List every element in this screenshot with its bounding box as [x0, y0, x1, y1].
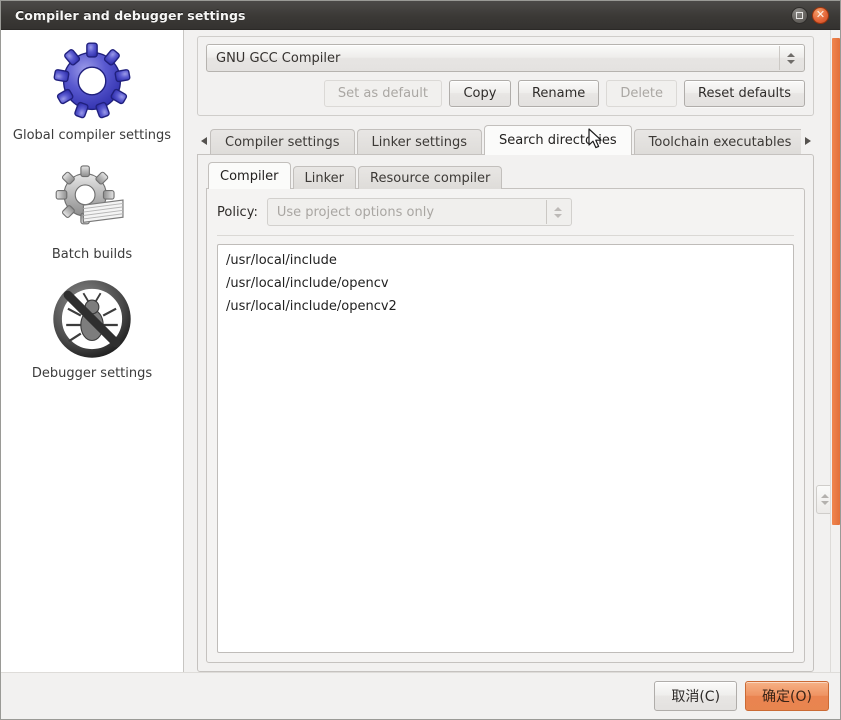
divider [217, 235, 794, 236]
list-item[interactable]: /usr/local/include/opencv2 [218, 295, 793, 318]
chevron-updown-icon[interactable] [545, 200, 569, 224]
chevron-right-icon [804, 137, 811, 145]
policy-select-value: Use project options only [276, 204, 435, 220]
titlebar: Compiler and debugger settings ✕ [1, 1, 840, 30]
settings-window: Compiler and debugger settings ✕ Global … [0, 0, 841, 720]
sidebar-item-label: Batch builds [51, 247, 133, 262]
gear-stack-icon [55, 165, 124, 225]
tab-scroll-right-button[interactable] [801, 127, 814, 155]
directories-listbox[interactable]: /usr/local/include /usr/local/include/op… [217, 244, 794, 653]
tab-linker-settings[interactable]: Linker settings [356, 129, 482, 155]
sidebar-item-debugger-settings[interactable]: Debugger settings [1, 272, 183, 391]
settings-tabstrip: Compiler settings Linker settings Search… [197, 125, 814, 155]
set-as-default-button[interactable]: Set as default [323, 80, 442, 107]
scroll-up-icon [820, 494, 829, 498]
dialog-action-bar: 取消(C) 确定(O) [1, 672, 840, 719]
chevron-left-icon [200, 137, 207, 145]
blue-gear-icon [53, 42, 131, 119]
delete-button[interactable]: Delete [606, 80, 678, 107]
inner-tab-compiler[interactable]: Compiler [208, 162, 291, 189]
sidebar-item-batch-builds[interactable]: Batch builds [1, 153, 183, 272]
list-item[interactable]: /usr/local/include/opencv [218, 272, 793, 295]
compiler-select-value: GNU GCC Compiler [216, 50, 341, 66]
list-item[interactable]: /usr/local/include [218, 249, 793, 272]
policy-row: Policy: Use project options only [217, 198, 794, 226]
window-controls: ✕ [791, 6, 834, 24]
window-title: Compiler and debugger settings [15, 7, 246, 23]
maximize-button[interactable] [791, 6, 808, 24]
sidebar-item-global-compiler-settings[interactable]: Global compiler settings [1, 34, 183, 153]
settings-content: GNU GCC Compiler Set as default Copy Ren… [184, 30, 840, 672]
cancel-button[interactable]: 取消(C) [654, 681, 738, 711]
reset-defaults-button[interactable]: Reset defaults [684, 80, 805, 107]
close-button[interactable]: ✕ [812, 6, 829, 24]
settings-sidebar: Global compiler settings Batch builds De… [1, 30, 184, 672]
scroll-down-icon [820, 501, 829, 505]
close-icon: ✕ [815, 8, 826, 21]
copy-button[interactable]: Copy [448, 80, 511, 107]
no-bug-icon [53, 280, 131, 358]
sidebar-item-label: Global compiler settings [12, 128, 172, 143]
window-scrollbar-thumb[interactable] [832, 38, 840, 525]
tabs-scroll-area: Compiler settings Linker settings Search… [210, 125, 801, 155]
ok-button[interactable]: 确定(O) [745, 681, 829, 711]
compiler-directories-pane: Policy: Use project options only /usr/lo… [206, 188, 805, 663]
compiler-actions: Set as default Copy Rename Delete Reset … [206, 80, 805, 107]
compiler-select[interactable]: GNU GCC Compiler [206, 44, 805, 72]
compiler-selector-block: GNU GCC Compiler Set as default Copy Ren… [197, 36, 814, 116]
search-directories-panel: Compiler Linker Resource compiler Policy… [197, 154, 814, 672]
tab-compiler-settings[interactable]: Compiler settings [210, 129, 355, 155]
rename-button[interactable]: Rename [517, 80, 600, 107]
policy-label: Policy: [217, 204, 258, 220]
tab-search-directories[interactable]: Search directories [483, 125, 632, 155]
search-directories-tabstrip: Compiler Linker Resource compiler [206, 162, 805, 189]
window-body: Global compiler settings Batch builds De… [1, 30, 840, 672]
maximize-icon [796, 11, 803, 19]
inner-tab-resource-compiler[interactable]: Resource compiler [358, 166, 503, 189]
tab-scroll-left-button[interactable] [197, 127, 210, 155]
inner-tab-linker[interactable]: Linker [292, 166, 357, 189]
policy-select[interactable]: Use project options only [266, 198, 572, 226]
sidebar-item-label: Debugger settings [31, 366, 153, 381]
chevron-updown-icon[interactable] [779, 46, 802, 70]
tab-toolchain-executables[interactable]: Toolchain executables [633, 129, 801, 155]
window-scrollbar[interactable] [830, 30, 840, 672]
